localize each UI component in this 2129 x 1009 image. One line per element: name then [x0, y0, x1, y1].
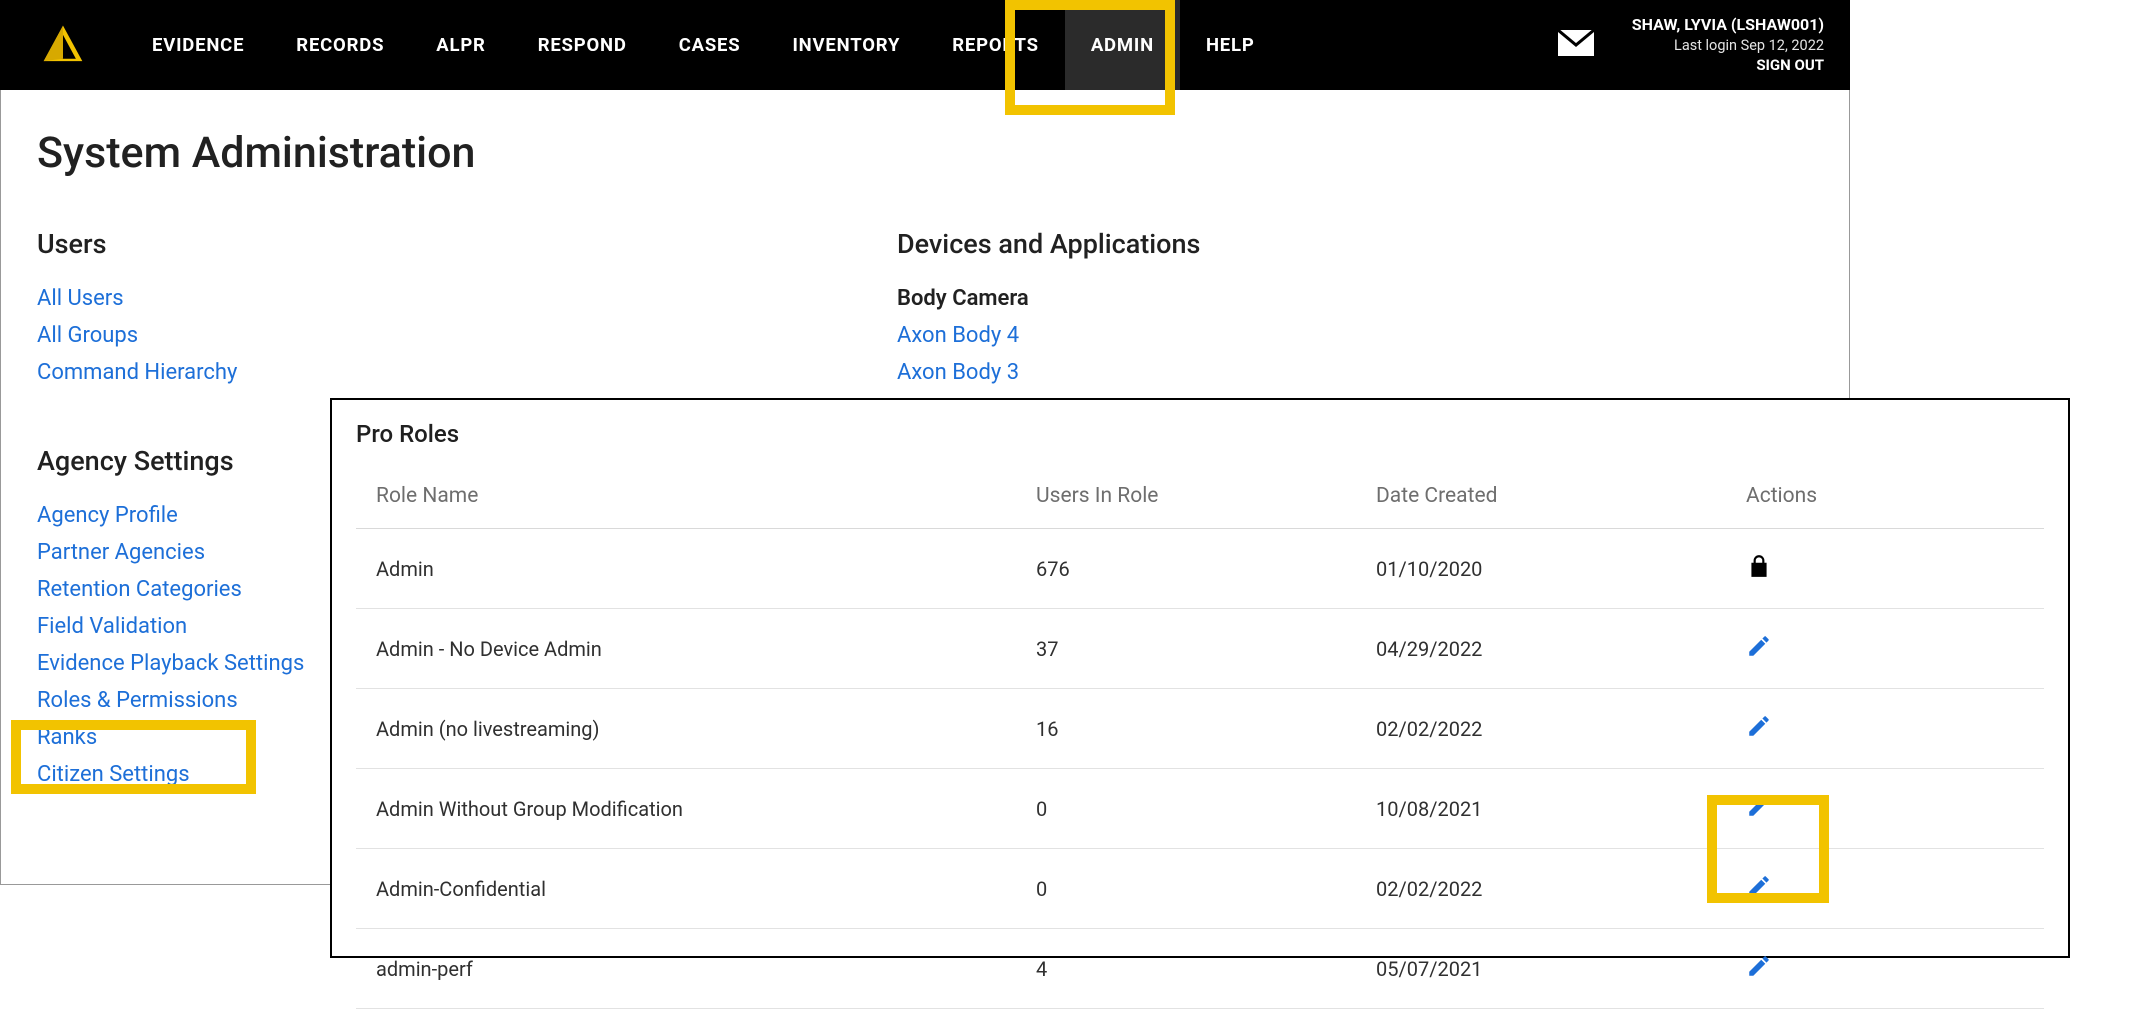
role-users: 4	[1016, 929, 1356, 1009]
pro-roles-table: Role NameUsers In RoleDate CreatedAction…	[356, 468, 2044, 1009]
devices-link-axon-body-3[interactable]: Axon Body 3	[897, 360, 1757, 385]
nav-items: EVIDENCERECORDSALPRRESPONDCASESINVENTORY…	[126, 0, 1281, 90]
logo[interactable]	[40, 22, 86, 68]
col-actions: Actions	[1696, 468, 2044, 529]
nav-item-admin[interactable]: ADMIN	[1065, 0, 1180, 90]
pro-roles-panel: Pro Roles Role NameUsers In RoleDate Cre…	[330, 398, 2070, 958]
table-row: Admin-Confidential002/02/2022	[356, 849, 2044, 929]
col-users-in-role: Users In Role	[1016, 468, 1356, 529]
role-name: admin-perf	[356, 929, 1016, 1009]
top-nav: EVIDENCERECORDSALPRRESPONDCASESINVENTORY…	[0, 0, 1850, 90]
section-devices-title: Devices and Applications	[897, 228, 1757, 260]
nav-item-cases[interactable]: CASES	[653, 0, 767, 90]
role-name: Admin (no livestreaming)	[356, 689, 1016, 769]
role-name: Admin Without Group Modification	[356, 769, 1016, 849]
nav-item-help[interactable]: HELP	[1180, 0, 1281, 90]
role-action[interactable]	[1696, 609, 2044, 689]
nav-right: SHAW, LYVIA (LSHAW001) Last login Sep 12…	[1558, 14, 1850, 75]
role-action	[1696, 529, 2044, 609]
last-login: Last login Sep 12, 2022	[1632, 36, 1824, 56]
table-row: Admin (no livestreaming)1602/02/2022	[356, 689, 2044, 769]
role-action[interactable]	[1696, 689, 2044, 769]
user-block: SHAW, LYVIA (LSHAW001) Last login Sep 12…	[1632, 14, 1824, 75]
table-row: Admin - No Device Admin3704/29/2022	[356, 609, 2044, 689]
role-date: 02/02/2022	[1356, 689, 1696, 769]
users-link-all-users[interactable]: All Users	[37, 286, 897, 311]
role-date: 05/07/2021	[1356, 929, 1696, 1009]
role-date: 10/08/2021	[1356, 769, 1696, 849]
role-date: 02/02/2022	[1356, 849, 1696, 929]
table-row: Admin67601/10/2020	[356, 529, 2044, 609]
role-name: Admin-Confidential	[356, 849, 1016, 929]
mail-icon[interactable]	[1558, 30, 1594, 60]
nav-item-alpr[interactable]: ALPR	[410, 0, 511, 90]
role-users: 37	[1016, 609, 1356, 689]
role-date: 01/10/2020	[1356, 529, 1696, 609]
role-name: Admin - No Device Admin	[356, 609, 1016, 689]
devices-sub-title: Body Camera	[897, 286, 1757, 311]
role-action[interactable]	[1696, 929, 2044, 1009]
nav-item-records[interactable]: RECORDS	[270, 0, 410, 90]
role-action[interactable]	[1696, 849, 2044, 929]
user-name: SHAW, LYVIA (LSHAW001)	[1632, 14, 1824, 36]
nav-item-evidence[interactable]: EVIDENCE	[126, 0, 270, 90]
role-users: 676	[1016, 529, 1356, 609]
role-date: 04/29/2022	[1356, 609, 1696, 689]
pro-roles-title: Pro Roles	[356, 420, 2044, 448]
nav-item-reports[interactable]: REPORTS	[926, 0, 1065, 90]
edit-icon[interactable]	[1746, 720, 1772, 744]
col-date-created: Date Created	[1356, 468, 1696, 529]
col-role-name: Role Name	[356, 468, 1016, 529]
role-action[interactable]	[1696, 769, 2044, 849]
nav-item-respond[interactable]: RESPOND	[512, 0, 653, 90]
section-users-title: Users	[37, 228, 897, 260]
edit-icon[interactable]	[1746, 880, 1772, 904]
table-row: admin-perf405/07/2021	[356, 929, 2044, 1009]
users-link-all-groups[interactable]: All Groups	[37, 323, 897, 348]
role-users: 0	[1016, 849, 1356, 929]
role-name: Admin	[356, 529, 1016, 609]
page-title: System Administration	[37, 128, 1813, 178]
table-row: Admin Without Group Modification010/08/2…	[356, 769, 2044, 849]
users-link-command-hierarchy[interactable]: Command Hierarchy	[37, 360, 897, 385]
sign-out-link[interactable]: SIGN OUT	[1632, 55, 1824, 75]
role-users: 16	[1016, 689, 1356, 769]
edit-icon[interactable]	[1746, 640, 1772, 664]
edit-icon[interactable]	[1746, 800, 1772, 824]
lock-icon	[1746, 560, 1772, 584]
devices-link-axon-body-4[interactable]: Axon Body 4	[897, 323, 1757, 348]
edit-icon[interactable]	[1746, 960, 1772, 984]
nav-item-inventory[interactable]: INVENTORY	[766, 0, 926, 90]
role-users: 0	[1016, 769, 1356, 849]
